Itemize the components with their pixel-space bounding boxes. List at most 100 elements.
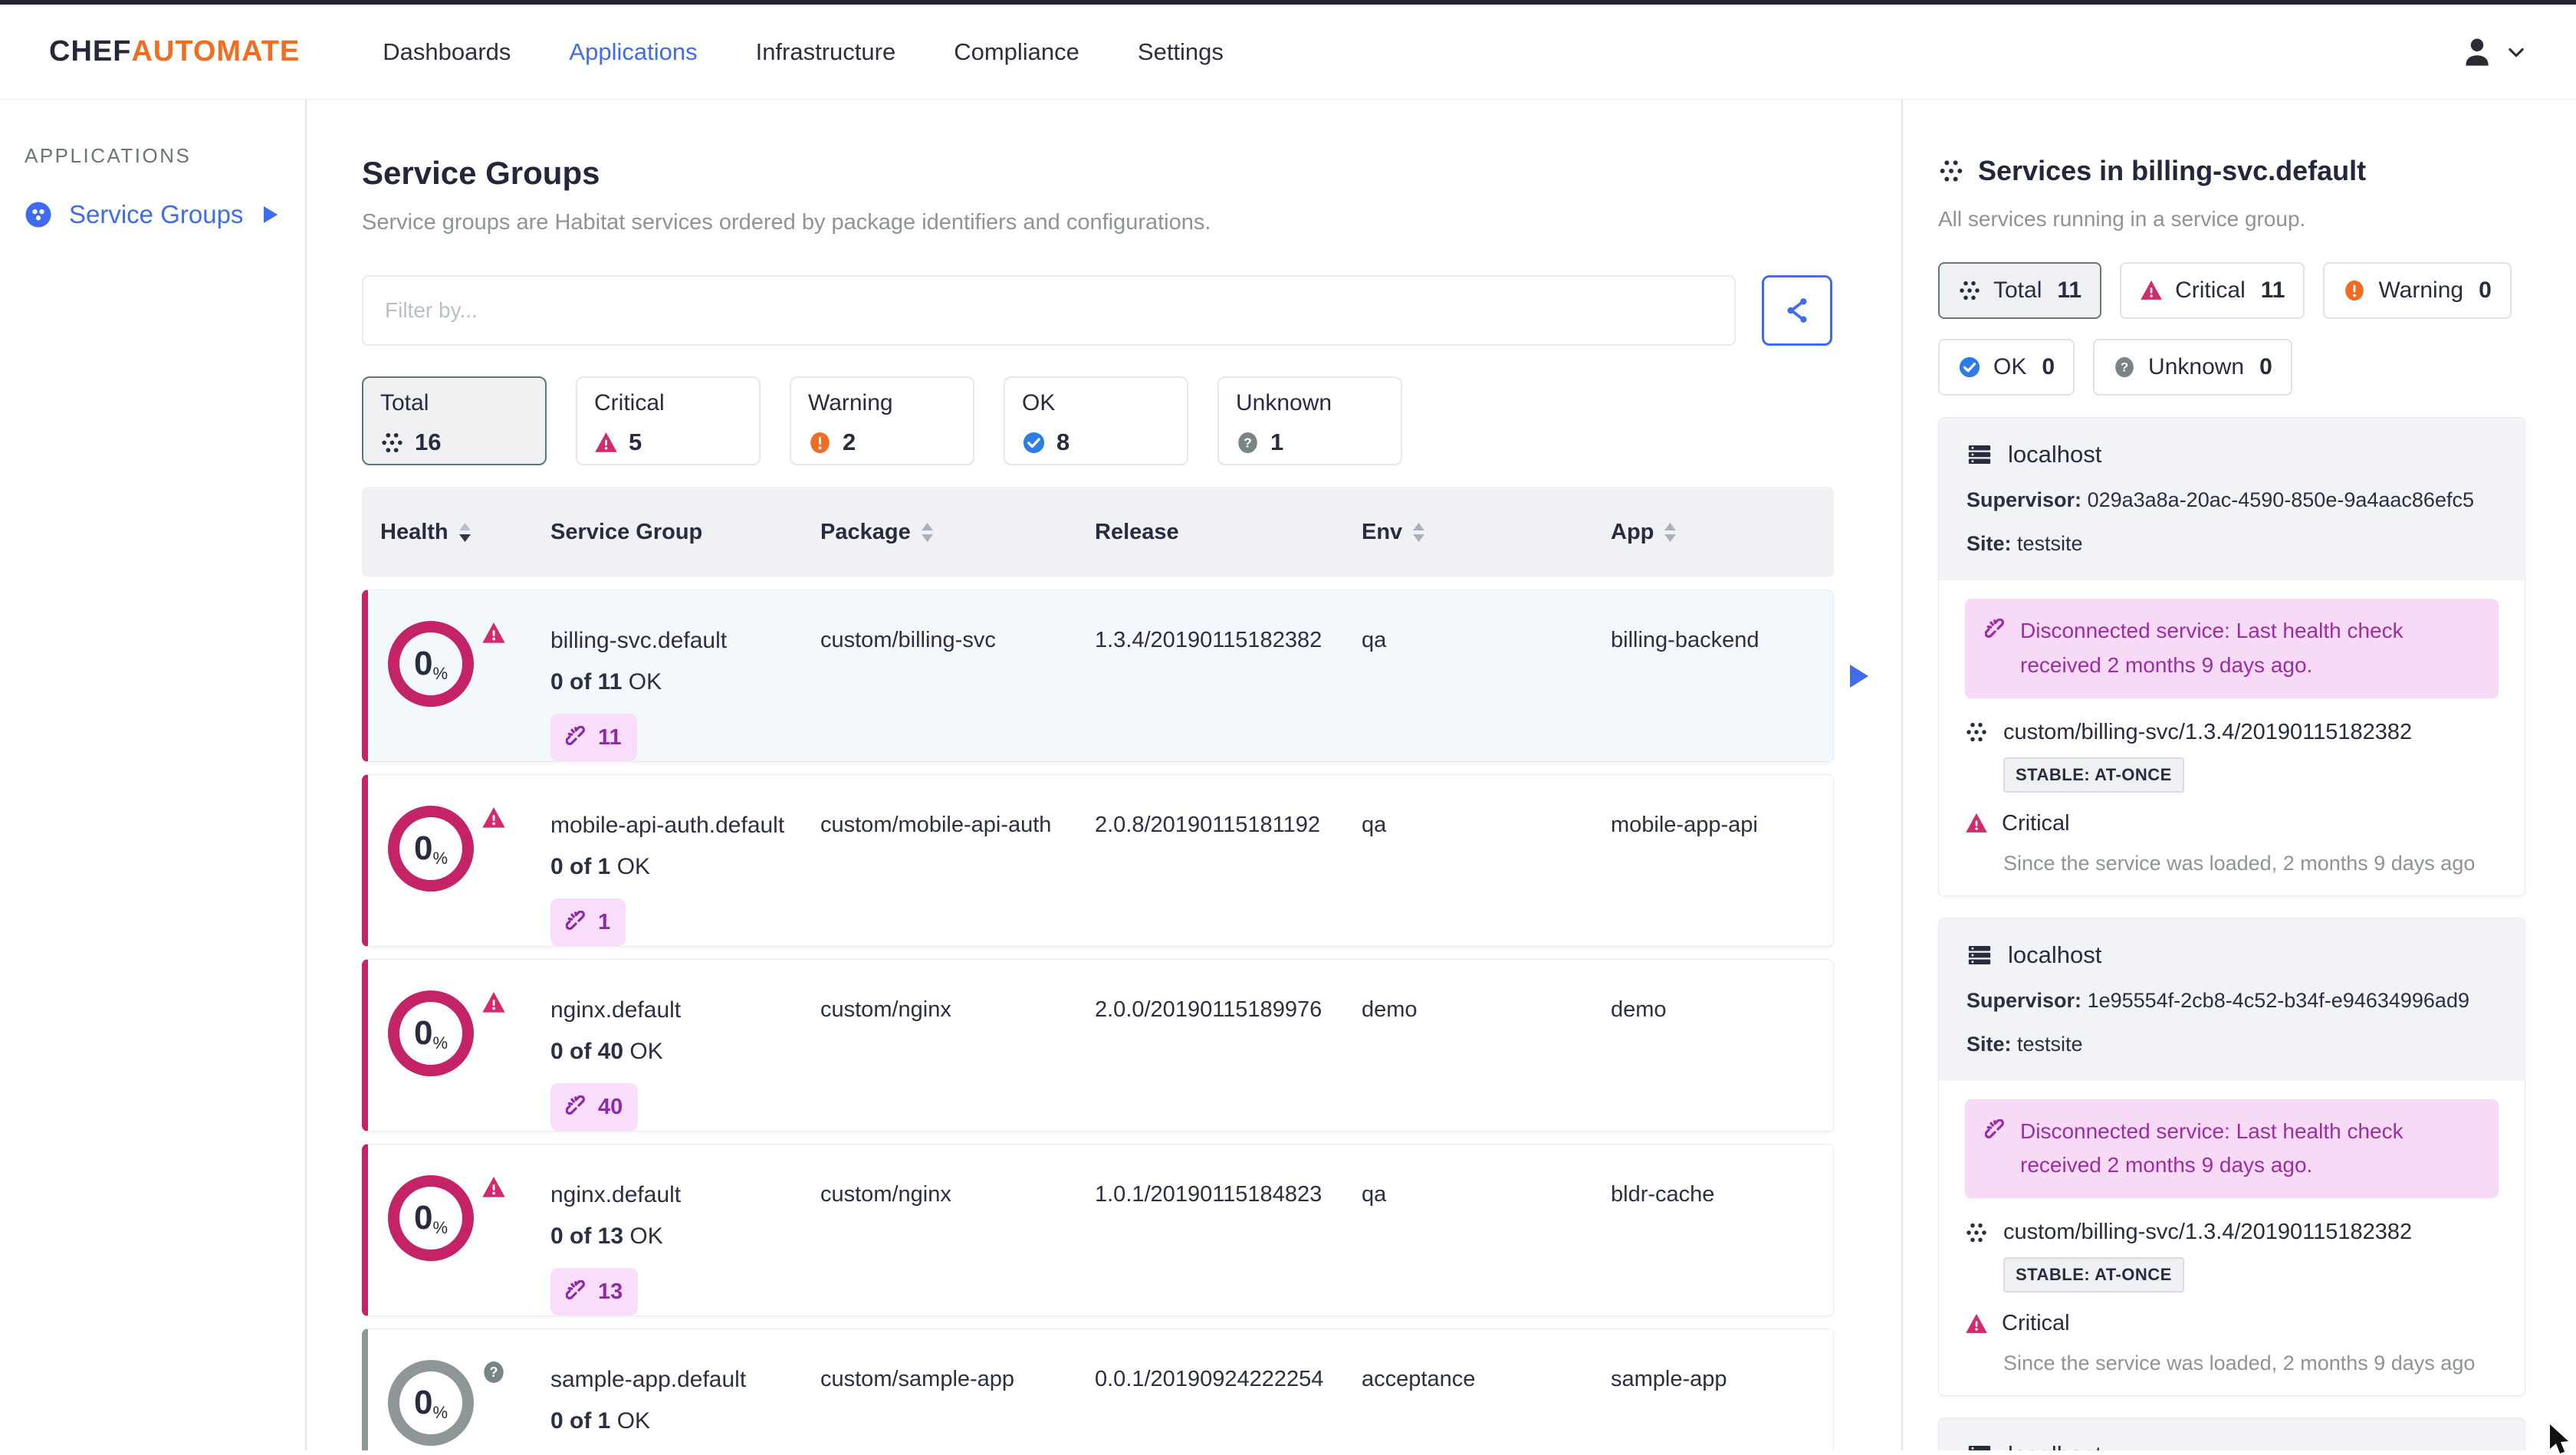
service-card-body: Disconnected service: Last health check … [1939, 580, 2525, 895]
health-cell: 0% ? [380, 1329, 550, 1450]
status-card-count: 16 [415, 429, 442, 455]
health-donut: 0% [388, 990, 474, 1077]
panel-status-chip-warning[interactable]: Warning 0 [2323, 262, 2512, 319]
panel-title-text: Services in billing-svc.default [1978, 155, 2367, 186]
broken-link-icon [566, 1095, 589, 1118]
ok-count: 0 of 40 OK [550, 1038, 663, 1064]
panel-status-chip-ok[interactable]: OK 0 [1938, 339, 2075, 396]
service-card: localhost Supervisor: 2fb65869-de1b-4341… [1938, 1417, 2525, 1450]
unknown-icon: ? [2113, 356, 2136, 379]
health-cell: 0% [380, 775, 550, 946]
site-line: Site: testsite [1967, 1032, 2083, 1056]
env-cell: qa [1362, 813, 1387, 838]
chef-automate-logo[interactable]: CHEF AUTOMATE [49, 35, 300, 68]
services-icon [1958, 279, 1981, 302]
column-header-env[interactable]: Env [1362, 520, 1611, 545]
broken-link-icon [566, 1280, 589, 1303]
server-icon [1967, 942, 1993, 968]
sidebar-item-label: Service Groups [69, 200, 244, 228]
column-header-package[interactable]: Package [820, 520, 1095, 545]
ok-count: 0 of 1 OK [550, 853, 651, 879]
health-status-line: Critical [1965, 1311, 2499, 1336]
service-group-name: sample-app.default [550, 1367, 747, 1393]
status-filter-card-warning[interactable]: Warning 2 [790, 376, 974, 465]
service-group-row[interactable]: 0% nginx.default 0 of 13 OK 13 custom/ng… [362, 1144, 1834, 1317]
env-cell: acceptance [1362, 1367, 1476, 1392]
site-line: Site: testsite [1967, 532, 2083, 555]
service-card-body: Disconnected service: Last health check … [1939, 1080, 2525, 1396]
chip-label: Critical [2175, 278, 2246, 303]
svg-text:?: ? [1244, 435, 1252, 450]
panel-status-chip-unknown[interactable]: ? Unknown 0 [2093, 339, 2292, 396]
svg-text:?: ? [2121, 360, 2128, 375]
disconnected-alert: Disconnected service: Last health check … [1965, 1099, 2499, 1199]
column-header-service-group[interactable]: Service Group [550, 520, 820, 545]
health-donut: 0% [388, 1175, 474, 1262]
service-card-header: localhost Supervisor: 2fb65869-de1b-4341… [1939, 1418, 2525, 1450]
service-card-header: localhost Supervisor: 029a3a8a-20ac-4590… [1939, 418, 2525, 580]
env-cell: qa [1362, 1182, 1387, 1207]
status-filter-card-ok[interactable]: OK 8 [1004, 376, 1188, 465]
status-filter-card-total[interactable]: Total 16 [362, 376, 547, 465]
main-nav: Dashboards Applications Infrastructure Comp… [383, 38, 1224, 66]
status-filter-card-unknown[interactable]: Unknown ? 1 [1217, 376, 1402, 465]
disconnected-badge: 1 [550, 898, 626, 947]
nav-item-settings[interactable]: Settings [1138, 38, 1224, 66]
health-cell: 0% [380, 960, 550, 1131]
service-group-cell: sample-app.default 0 of 1 OK 1 [550, 1329, 820, 1450]
chip-label: Unknown [2148, 354, 2245, 379]
panel-status-chip-critical[interactable]: Critical 11 [2120, 262, 2305, 319]
column-header-release[interactable]: Release [1095, 520, 1362, 545]
critical-icon [481, 621, 506, 761]
chip-label: OK [1993, 354, 2027, 379]
service-group-cell: nginx.default 0 of 40 OK 40 [550, 960, 820, 1131]
service-group-row[interactable]: 0% billing-svc.default 0 of 11 OK 11 cus… [362, 590, 1868, 763]
service-groups-icon [25, 201, 52, 228]
service-group-row[interactable]: 0% nginx.default 0 of 40 OK 40 custom/ng… [362, 959, 1834, 1132]
nav-item-dashboards[interactable]: Dashboards [383, 38, 511, 66]
disconnected-badge: 40 [550, 1083, 639, 1131]
service-group-table: 0% billing-svc.default 0 of 11 OK 11 cus… [362, 590, 1868, 1450]
sidebar-item-service-groups[interactable]: Service Groups [25, 200, 305, 229]
critical-icon [481, 1175, 506, 1315]
package-line: custom/billing-svc/1.3.4/20190115182382 [1965, 1220, 2499, 1245]
nav-item-compliance[interactable]: Compliance [954, 38, 1079, 66]
filter-input[interactable] [362, 275, 1736, 346]
env-cell: qa [1362, 628, 1387, 652]
service-card-header: localhost Supervisor: 1e95554f-2cb8-4c52… [1939, 918, 2525, 1081]
panel-status-chip-total[interactable]: Total 11 [1938, 262, 2102, 319]
column-header-app[interactable]: App [1611, 520, 1834, 545]
service-group-row[interactable]: 0% mobile-api-auth.default 0 of 1 OK 1 c… [362, 774, 1834, 948]
since-line: Since the service was loaded, 2 months 9… [2003, 851, 2476, 875]
release-cell: 2.0.8/20190115181192 [1095, 813, 1321, 838]
status-card-label: OK [1022, 390, 1056, 415]
nav-item-applications[interactable]: Applications [569, 38, 697, 66]
package-cell: custom/nginx [820, 1182, 951, 1207]
service-group-name: billing-svc.default [550, 628, 728, 653]
status-card-label: Warning [808, 390, 893, 415]
app-cell: demo [1611, 997, 1667, 1023]
service-group-row[interactable]: 0% ? sample-app.default 0 of 1 OK 1 cust… [362, 1329, 1834, 1450]
status-filter-card-critical[interactable]: Critical 5 [576, 376, 761, 465]
chevron-down-icon [2505, 41, 2527, 63]
selected-row-arrow-icon [1850, 664, 1868, 688]
service-card: localhost Supervisor: 1e95554f-2cb8-4c52… [1938, 917, 2525, 1397]
broken-link-icon [1985, 619, 2008, 642]
user-menu[interactable] [2459, 34, 2527, 70]
share-icon [1782, 295, 1812, 326]
share-button[interactable] [1762, 275, 1832, 346]
status-card-count: 2 [843, 429, 856, 455]
broken-link-icon [1985, 1118, 2008, 1142]
disconnected-alert: Disconnected service: Last health check … [1965, 599, 2499, 698]
server-icon [1967, 1442, 1993, 1450]
column-header-health[interactable]: Health [380, 520, 550, 545]
sort-arrows-icon [921, 522, 933, 542]
chip-count: 0 [2042, 354, 2055, 379]
app-cell: billing-backend [1611, 628, 1760, 652]
panel-status-chips: Total 11 Critical 11 Warning 0 OK 0 ? Un… [1938, 262, 2525, 396]
unknown-icon: ? [1236, 431, 1260, 455]
update-strategy-badge: STABLE: AT-ONCE [2003, 1257, 2184, 1293]
package-cell: custom/mobile-api-auth [820, 813, 1052, 838]
update-strategy-badge: STABLE: AT-ONCE [2003, 757, 2184, 793]
nav-item-infrastructure[interactable]: Infrastructure [756, 38, 896, 66]
